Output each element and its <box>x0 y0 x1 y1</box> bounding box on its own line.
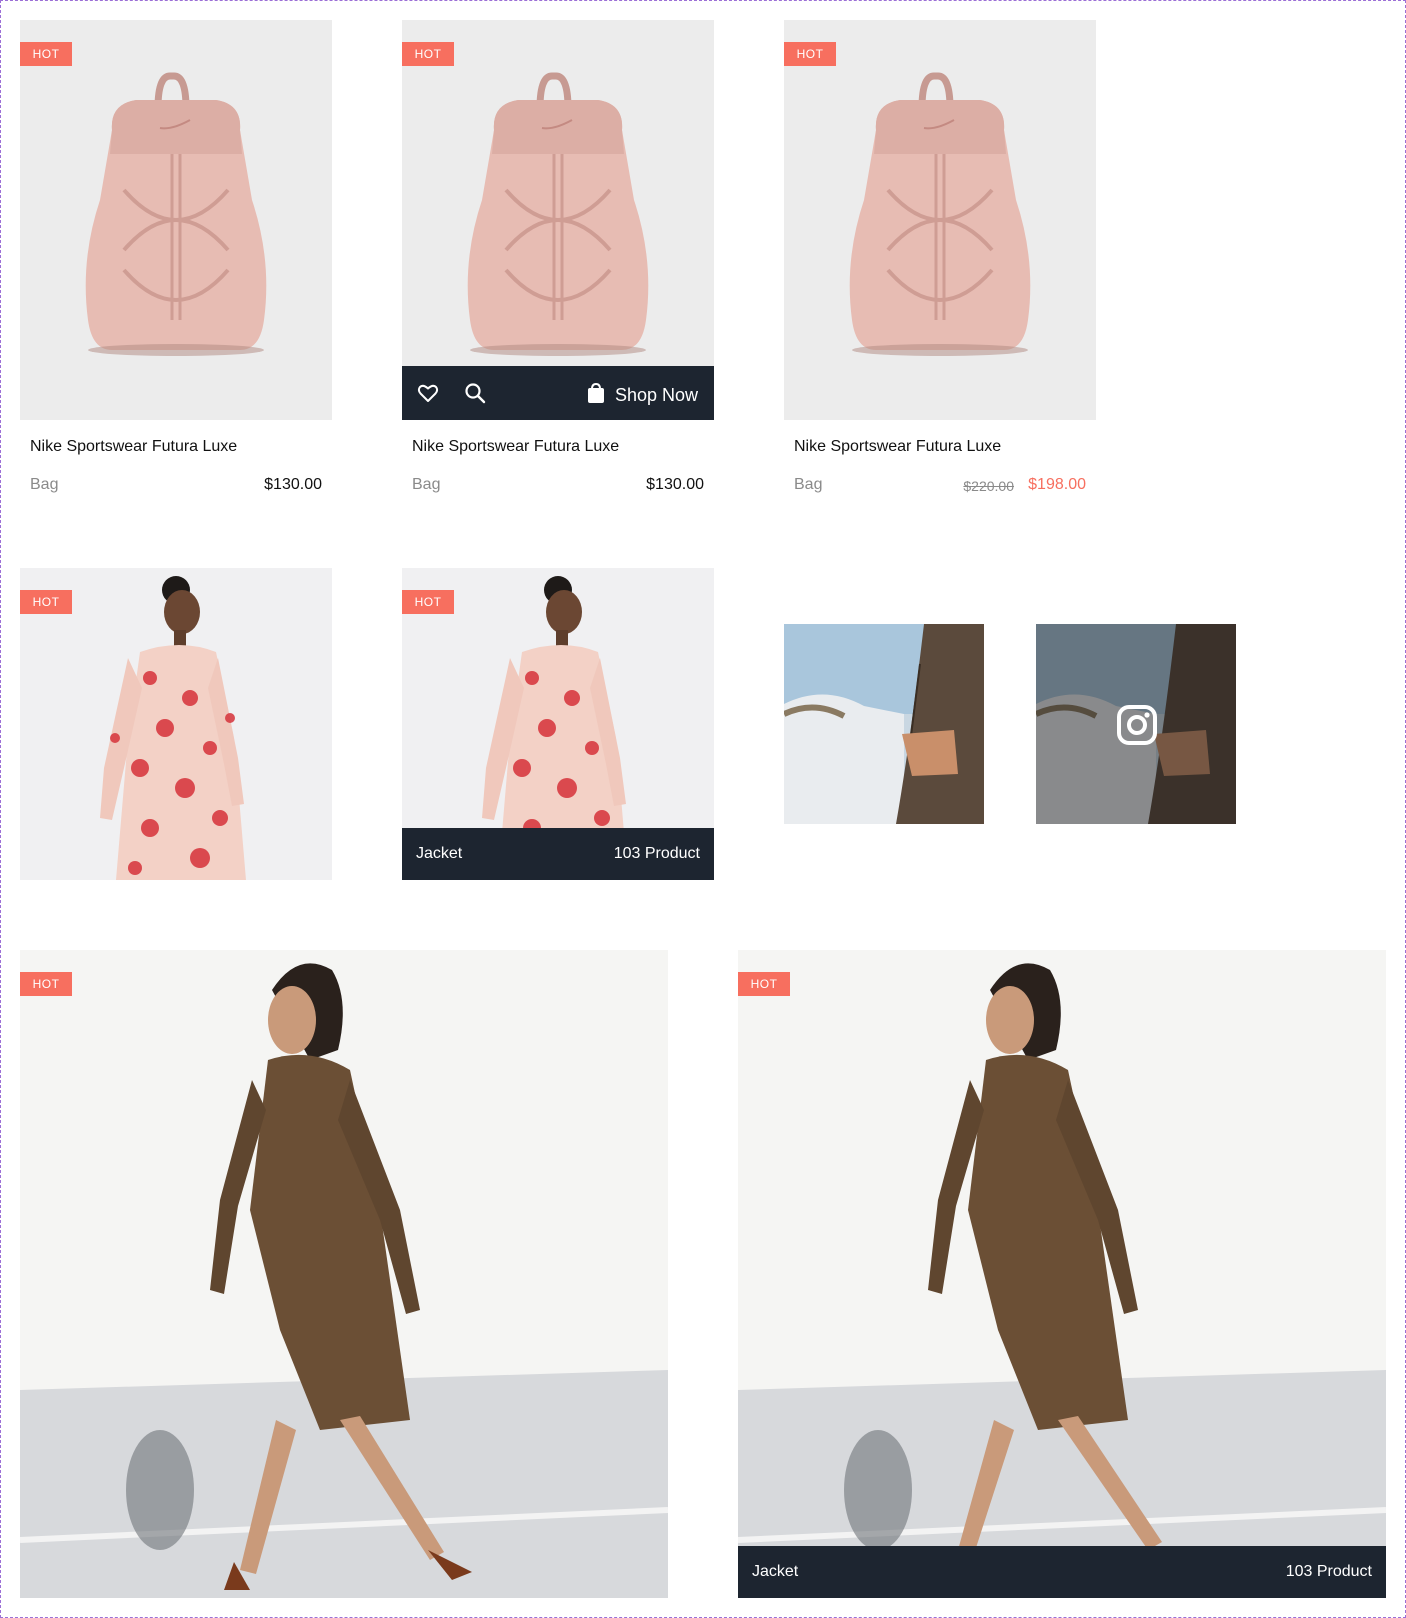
backpack-image <box>85 72 267 356</box>
floral-dress-image <box>100 576 246 880</box>
product-category[interactable]: Bag <box>794 476 822 494</box>
hot-badge: HOT <box>20 42 72 66</box>
product-action-bar: Shop Now <box>402 366 714 420</box>
product-title[interactable]: Nike Sportswear Futura Luxe <box>30 438 237 456</box>
product-old-price: $220.00 <box>963 478 1014 494</box>
product-card[interactable]: HOT <box>20 950 668 1598</box>
product-image[interactable] <box>20 20 332 420</box>
product-sale-price: $198.00 <box>1028 476 1086 493</box>
product-image[interactable] <box>20 568 332 880</box>
category-card[interactable]: HOT Jacket 103 Product <box>402 568 714 880</box>
product-image[interactable] <box>20 950 668 1598</box>
product-title[interactable]: Nike Sportswear Futura Luxe <box>412 438 619 456</box>
category-bar[interactable]: Jacket 103 Product <box>402 828 714 880</box>
hot-badge: HOT <box>784 42 836 66</box>
heart-icon[interactable] <box>416 381 440 410</box>
bag-icon <box>587 382 605 409</box>
product-card[interactable]: HOT <box>20 568 332 880</box>
shop-now-label: Shop Now <box>614 385 698 405</box>
search-icon[interactable] <box>464 382 486 409</box>
category-card[interactable]: HOT Jacket 103 Product <box>738 950 1386 1598</box>
product-card[interactable]: HOT Shop Now Nike Sportswear Futura Luxe… <box>402 20 714 500</box>
product-image[interactable] <box>784 20 1096 420</box>
instagram-tile[interactable] <box>784 624 984 824</box>
product-category[interactable]: Bag <box>30 476 58 494</box>
hot-badge: HOT <box>20 590 72 614</box>
hot-badge: HOT <box>738 972 790 996</box>
instagram-photo <box>784 624 984 824</box>
instagram-icon[interactable] <box>1116 704 1158 751</box>
product-image[interactable] <box>402 20 714 420</box>
hot-badge: HOT <box>402 590 454 614</box>
product-price: $130.00 <box>646 476 704 493</box>
category-name: Jacket <box>416 845 463 862</box>
product-title[interactable]: Nike Sportswear Futura Luxe <box>794 438 1001 456</box>
backpack-image <box>467 72 649 356</box>
instagram-tile[interactable] <box>1036 624 1236 824</box>
product-price: $130.00 <box>264 476 322 493</box>
product-card[interactable]: HOT Nike Sportswear Futura Luxe Bag $220… <box>784 20 1096 500</box>
product-card[interactable]: HOT Nike Sportswear Futura Luxe Bag $130… <box>20 20 332 500</box>
category-name: Jacket <box>752 1563 799 1580</box>
category-image[interactable] <box>738 950 1386 1598</box>
model-walking-image <box>738 950 1386 1598</box>
model-walking-image <box>20 950 668 1598</box>
product-category[interactable]: Bag <box>412 476 440 494</box>
category-bar[interactable]: Jacket 103 Product <box>738 1546 1386 1598</box>
backpack-image <box>849 72 1031 356</box>
category-count: 103 Product <box>1285 1563 1372 1580</box>
category-count: 103 Product <box>613 845 700 862</box>
shop-now-button[interactable]: Shop Now <box>587 382 698 409</box>
hot-badge: HOT <box>402 42 454 66</box>
hot-badge: HOT <box>20 972 72 996</box>
